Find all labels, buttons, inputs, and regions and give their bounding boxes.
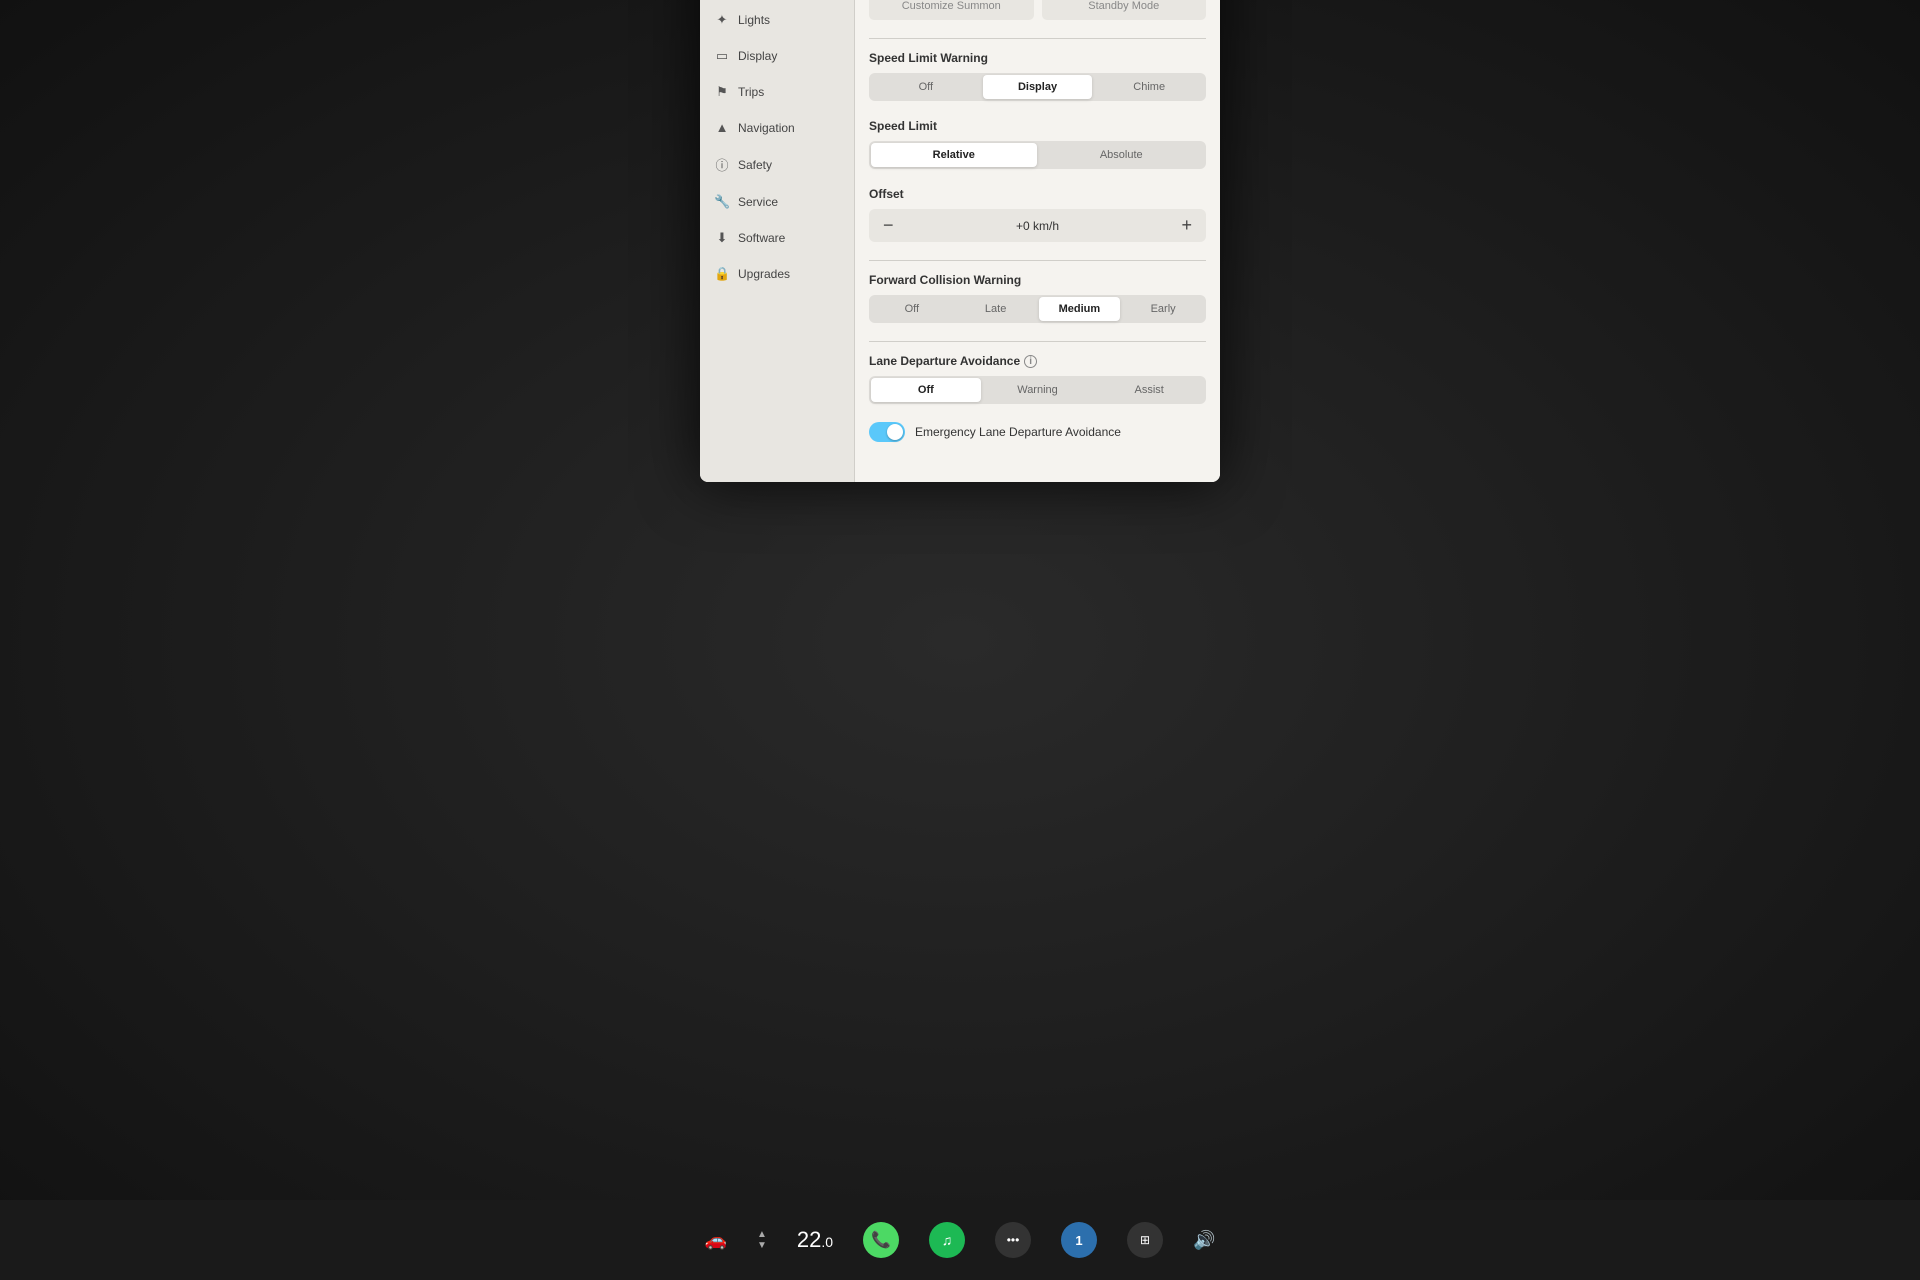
sidebar-item-navigation[interactable]: ▲ Navigation [700,110,854,145]
standby-mode-btn[interactable]: Standby Mode [1042,0,1207,20]
volume-icon[interactable]: 🔊 [1193,1230,1215,1251]
lda-off-btn[interactable]: Off [871,378,981,402]
summon-sub-buttons: Customize Summon Standby Mode [869,0,1206,20]
media-dots-button[interactable]: ••• [995,1222,1031,1258]
lda-info-icon[interactable]: i [1024,355,1037,368]
lda-assist-btn[interactable]: Assist [1094,378,1204,402]
speed-limit-warning-section: Speed Limit Warning Off Display Chime [869,51,1206,101]
phone-button[interactable]: 📞 [863,1222,899,1258]
fcw-off-btn[interactable]: Off [871,297,953,321]
software-icon: ⬇ [714,230,730,246]
offset2-minus-btn[interactable]: − [877,213,900,238]
fcw-section: Forward Collision Warning Off Late Mediu… [869,273,1206,323]
lda-group: Off Warning Assist [869,376,1206,404]
speed-limit-warning-group: Off Display Chime [869,73,1206,101]
sl-absolute-btn[interactable]: Absolute [1039,143,1205,167]
elda-toggle[interactable] [869,422,905,442]
lda-section: Lane Departure Avoidance i Off Warning A… [869,354,1206,404]
offset2-section: Offset − +0 km/h + [869,187,1206,242]
slw-off-btn[interactable]: Off [871,75,981,99]
navigation-icon: ▲ [714,120,730,135]
fcw-early-btn[interactable]: Early [1122,297,1204,321]
sidebar: 🔍 Search ⚙ Controls 🪑 Pedals & Steering … [700,0,855,482]
calendar-button[interactable]: 1 [1061,1222,1097,1258]
divider1 [869,38,1206,39]
sidebar-item-service[interactable]: 🔧 Service [700,184,854,220]
sidebar-item-trips[interactable]: ⚑ Trips [700,74,854,110]
divider3 [869,341,1206,342]
lights-icon: ✦ [714,12,730,28]
fcw-medium-btn[interactable]: Medium [1039,297,1121,321]
temperature-display: 22.0 [797,1227,833,1253]
lda-title: Lane Departure Avoidance i [869,354,1206,368]
spotify-button[interactable]: ♫ [929,1222,965,1258]
sidebar-label-safety: Safety [738,158,772,172]
offset2-value: +0 km/h [910,219,1166,233]
offset2-plus-btn[interactable]: + [1175,213,1198,238]
sidebar-item-upgrades[interactable]: 🔒 Upgrades [700,256,854,292]
lda-warning-btn[interactable]: Warning [983,378,1093,402]
trips-icon: ⚑ [714,84,730,100]
bottom-bar: 🚗 ▲▼ 22.0 📞 ♫ ••• 1 ⊞ 🔊 [0,1200,1920,1280]
sidebar-item-display[interactable]: ▭ Display [700,38,854,74]
customize-summon-btn[interactable]: Customize Summon [869,0,1034,20]
sidebar-item-safety[interactable]: ⓘ Safety [700,145,854,184]
main-screen: 🚗 ⚡ 📷 Profile ◉ LTE ⚡ 9:51 am ⚙ 🔍 Search… [700,0,1220,482]
slw-display-btn[interactable]: Display [983,75,1093,99]
elda-section: Emergency Lane Departure Avoidance [869,422,1206,442]
upgrades-icon: 🔒 [714,266,730,282]
main-panel: Autopilot Features i Traffic-AwareCruise… [855,0,1220,482]
temp-value: 22 [797,1227,821,1252]
temp-decimal: .0 [821,1234,833,1250]
bottom-up-chevron[interactable]: ▲▼ [757,1229,767,1251]
nav-button[interactable]: ⊞ [1127,1222,1163,1258]
sidebar-label-upgrades: Upgrades [738,267,790,281]
sidebar-label-navigation: Navigation [738,121,795,135]
sidebar-item-lights[interactable]: ✦ Lights [700,2,854,38]
speed-limit-group: Relative Absolute [869,141,1206,169]
safety-icon: ⓘ [714,155,730,174]
divider2 [869,260,1206,261]
sidebar-label-service: Service [738,195,778,209]
elda-toggle-row: Emergency Lane Departure Avoidance [869,422,1206,442]
sidebar-item-software[interactable]: ⬇ Software [700,220,854,256]
offset2-control: − +0 km/h + [869,209,1206,242]
elda-label: Emergency Lane Departure Avoidance [915,425,1121,439]
sidebar-label-software: Software [738,231,785,245]
slw-chime-btn[interactable]: Chime [1094,75,1204,99]
bottom-car-icon[interactable]: 🚗 [705,1230,727,1251]
speed-limit-warning-title: Speed Limit Warning [869,51,1206,65]
summon-section: Summon (Beta) Customize Summon Standby M… [869,0,1206,20]
speed-limit-section: Speed Limit Relative Absolute [869,119,1206,169]
display-icon: ▭ [714,48,730,64]
sidebar-label-display: Display [738,49,777,63]
fcw-title: Forward Collision Warning [869,273,1206,287]
service-icon: 🔧 [714,194,730,210]
fcw-group: Off Late Medium Early [869,295,1206,323]
offset2-title: Offset [869,187,1206,201]
sidebar-label-lights: Lights [738,13,770,27]
fcw-late-btn[interactable]: Late [955,297,1037,321]
screen-content: 🔍 Search ⚙ Controls 🪑 Pedals & Steering … [700,0,1220,482]
speed-limit-title: Speed Limit [869,119,1206,133]
sidebar-label-trips: Trips [738,85,764,99]
sl-relative-btn[interactable]: Relative [871,143,1037,167]
